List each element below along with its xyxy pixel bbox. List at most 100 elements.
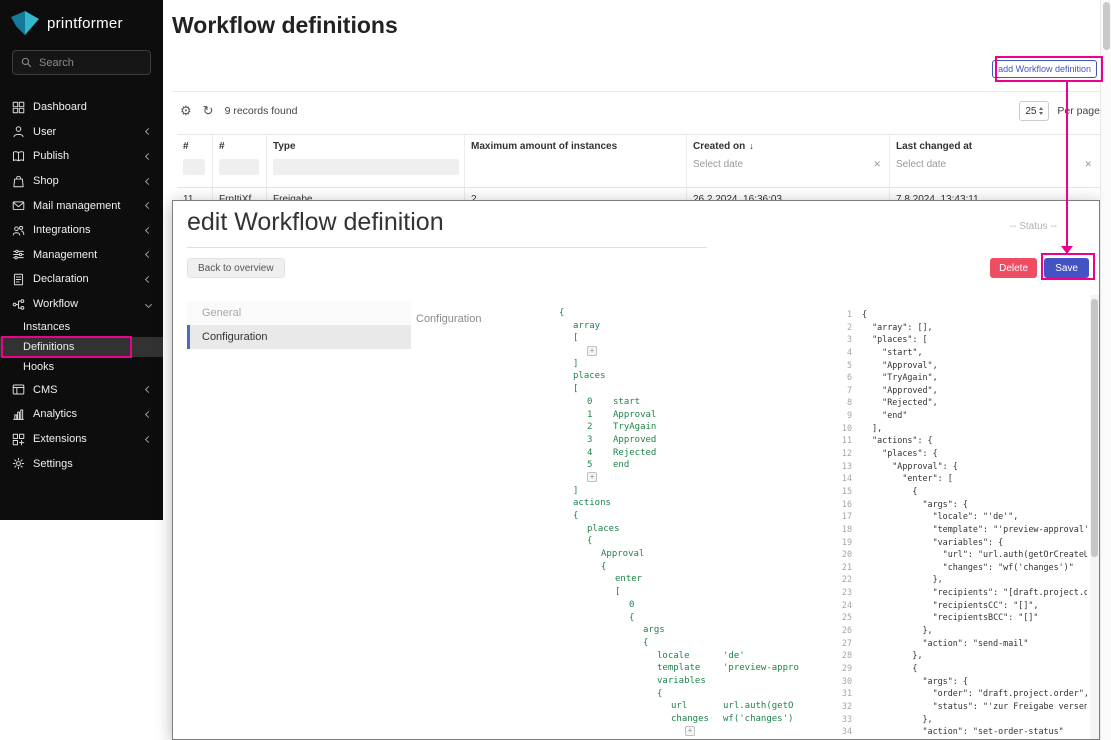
code-line: 6 "TryAgain",: [828, 371, 1087, 384]
tree-append-row[interactable]: +: [559, 345, 821, 358]
sidebar-item-integrations[interactable]: Integrations: [0, 218, 163, 243]
tree-node[interactable]: 4Rejected: [559, 447, 821, 460]
sidebar-item-mail-management[interactable]: Mail management: [0, 193, 163, 218]
save-button[interactable]: Save: [1044, 258, 1089, 278]
tree-node[interactable]: changeswf('changes'): [559, 713, 821, 726]
column-header-3[interactable]: Maximum amount of instances: [464, 135, 686, 157]
clear-filter-icon[interactable]: ✕: [873, 159, 883, 170]
code-line: 2 "array": [],: [828, 321, 1087, 334]
tree-node[interactable]: args: [559, 624, 821, 637]
add-item-icon[interactable]: +: [587, 472, 597, 482]
tree-node[interactable]: [: [559, 383, 821, 396]
tree-append-row[interactable]: +: [559, 472, 821, 485]
filter-input[interactable]: [219, 159, 259, 175]
sidebar-item-cms[interactable]: CMS: [0, 378, 163, 403]
brand-logo[interactable]: printformer: [0, 0, 163, 44]
clear-filter-icon[interactable]: ✕: [1084, 159, 1094, 170]
tree-node[interactable]: {: [559, 637, 821, 650]
code-text: },: [862, 713, 933, 726]
add-item-icon[interactable]: +: [685, 726, 695, 736]
page-title: Workflow definitions: [172, 0, 1100, 39]
date-filter[interactable]: Select date✕: [896, 159, 1094, 170]
tab-configuration[interactable]: Configuration: [187, 325, 411, 349]
per-page-select[interactable]: 25: [1019, 101, 1049, 121]
json-tree-editor[interactable]: {array[+]places[0start1Approval2TryAgain…: [559, 307, 821, 740]
sidebar-search-input[interactable]: Search: [12, 50, 151, 75]
tab-general[interactable]: General: [187, 301, 411, 325]
column-header-1[interactable]: #: [212, 135, 266, 157]
line-number: 17: [828, 510, 862, 523]
sidebar-subitem-definitions[interactable]: Definitions: [0, 337, 163, 357]
tree-node[interactable]: {: [559, 307, 821, 320]
sidebar-item-user[interactable]: User: [0, 120, 163, 145]
add-workflow-definition-button[interactable]: add Workflow definition: [992, 60, 1097, 78]
tree-node[interactable]: locale'de': [559, 650, 821, 663]
tree-value: end: [613, 459, 629, 472]
modal-scrollbar-thumb[interactable]: [1091, 299, 1098, 557]
sidebar-item-declaration[interactable]: Declaration: [0, 267, 163, 292]
sidebar-item-publish[interactable]: Publish: [0, 144, 163, 169]
tree-node[interactable]: array: [559, 320, 821, 333]
column-header-5[interactable]: Last changed at: [889, 135, 1100, 157]
tree-node[interactable]: Approval: [559, 548, 821, 561]
page-scrollbar[interactable]: [1100, 0, 1111, 740]
tree-append-row[interactable]: +: [559, 726, 821, 739]
modal-scrollbar[interactable]: [1090, 295, 1099, 739]
tree-node[interactable]: 2TryAgain: [559, 421, 821, 434]
sidebar-item-settings[interactable]: Settings: [0, 451, 163, 476]
code-text: "Rejected",: [862, 396, 938, 409]
column-header-2[interactable]: Type: [266, 135, 464, 157]
sidebar-item-dashboard[interactable]: Dashboard: [0, 95, 163, 120]
tree-value: url.auth(getO: [723, 700, 793, 713]
tree-key: template: [657, 663, 700, 673]
date-filter[interactable]: Select date✕: [693, 159, 883, 170]
tree-node[interactable]: variables: [559, 675, 821, 688]
tree-node[interactable]: actions: [559, 497, 821, 510]
tree-node[interactable]: 3Approved: [559, 434, 821, 447]
column-header-0[interactable]: #: [177, 135, 212, 157]
tree-node[interactable]: places: [559, 370, 821, 383]
tree-node[interactable]: [: [559, 586, 821, 599]
add-item-icon[interactable]: +: [587, 346, 597, 356]
filter-input[interactable]: [183, 159, 205, 175]
tree-node[interactable]: ]: [559, 485, 821, 498]
line-number: 31: [828, 687, 862, 700]
code-line: 16 "args": {: [828, 498, 1087, 511]
tree-node[interactable]: {: [559, 612, 821, 625]
sidebar-item-workflow[interactable]: Workflow: [0, 292, 163, 317]
status-select[interactable]: -- Status --: [1010, 221, 1057, 232]
tree-node[interactable]: enter: [559, 573, 821, 586]
refresh-icon[interactable]: ↻: [203, 103, 214, 119]
tree-node[interactable]: template'preview-appro: [559, 662, 821, 675]
tree-node[interactable]: 0: [559, 599, 821, 612]
json-code-editor[interactable]: 1{2 "array": [],3 "places": [4 "start",5…: [828, 308, 1087, 740]
filter-input[interactable]: [273, 159, 459, 175]
tree-node[interactable]: 5end: [559, 459, 821, 472]
page-scrollbar-thumb[interactable]: [1103, 2, 1110, 50]
tree-node[interactable]: ]: [559, 358, 821, 371]
line-number: 14: [828, 472, 862, 485]
sidebar-item-analytics[interactable]: Analytics: [0, 402, 163, 427]
sidebar-subitem-instances[interactable]: Instances: [0, 316, 163, 336]
tree-node[interactable]: {: [559, 510, 821, 523]
sidebar-item-shop[interactable]: Shop: [0, 169, 163, 194]
code-line: 11 "actions": {: [828, 434, 1087, 447]
code-line: 24 "recipientsCC": "[]",: [828, 599, 1087, 612]
line-number: 24: [828, 599, 862, 612]
sidebar-item-extensions[interactable]: Extensions: [0, 427, 163, 452]
tree-node[interactable]: places: [559, 523, 821, 536]
tree-node[interactable]: {: [559, 561, 821, 574]
table-settings-gear-icon[interactable]: ⚙: [180, 103, 192, 119]
sidebar-subitem-hooks[interactable]: Hooks: [0, 357, 163, 377]
tree-node[interactable]: [: [559, 332, 821, 345]
tree-node[interactable]: 0start: [559, 396, 821, 409]
tree-node[interactable]: {: [559, 535, 821, 548]
back-to-overview-button[interactable]: Back to overview: [187, 258, 285, 278]
tree-node[interactable]: 1Approval: [559, 409, 821, 422]
column-header-4[interactable]: Created on↓: [686, 135, 889, 157]
table-filter-row: Select date✕ Select date✕: [177, 157, 1100, 187]
tree-node[interactable]: {: [559, 688, 821, 701]
delete-button[interactable]: Delete: [990, 258, 1037, 278]
sidebar-item-management[interactable]: Management: [0, 243, 163, 268]
tree-node[interactable]: urlurl.auth(getO: [559, 700, 821, 713]
